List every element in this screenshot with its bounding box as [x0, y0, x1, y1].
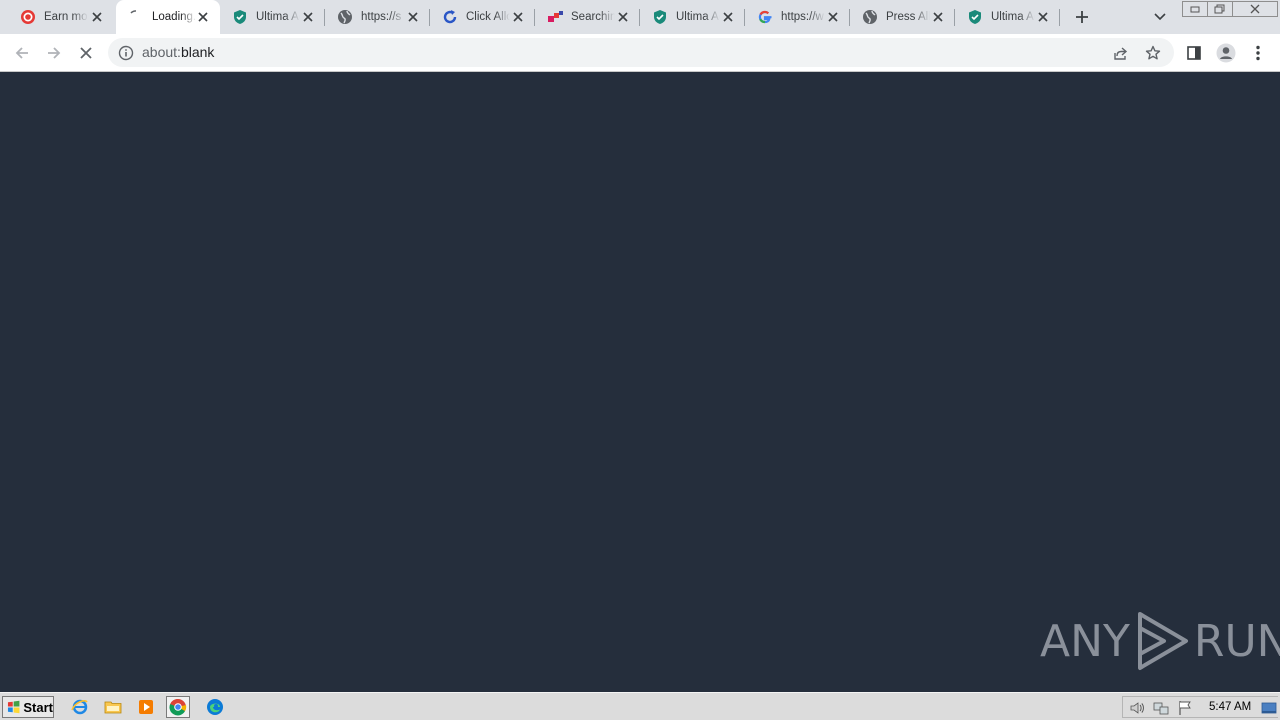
new-tab-button[interactable] — [1072, 7, 1092, 27]
tab-close-icon[interactable] — [196, 10, 210, 24]
shield-icon — [232, 9, 248, 25]
network-icon[interactable] — [1153, 700, 1169, 716]
tab-close-icon[interactable] — [511, 10, 525, 24]
share-icon[interactable] — [1112, 44, 1130, 62]
globe-icon — [337, 9, 353, 25]
system-tray: 5:47 AM — [1122, 696, 1278, 718]
profile-avatar-icon[interactable] — [1216, 43, 1236, 63]
action-center-flag-icon[interactable] — [1177, 700, 1193, 716]
bookmark-star-icon[interactable] — [1144, 44, 1162, 62]
stop-loading-icon[interactable] — [76, 43, 96, 63]
browser-toolbar: about:blank — [0, 34, 1280, 72]
tab-https-w[interactable]: https://w — [745, 0, 850, 34]
tab-close-icon[interactable] — [90, 10, 104, 24]
windows-logo-icon — [7, 700, 20, 714]
shield-icon — [652, 9, 668, 25]
tab-click-allow[interactable]: Click Allow — [430, 0, 535, 34]
tab-title: Searching — [571, 11, 615, 23]
tab-title: Earn money — [44, 11, 88, 23]
tab-loading[interactable]: Loading... — [116, 0, 220, 34]
tab-ultima-ad-3[interactable]: Ultima Ad — [955, 0, 1060, 34]
shield-icon — [967, 9, 983, 25]
volume-icon[interactable] — [1129, 700, 1145, 716]
show-desktop-icon[interactable] — [1261, 700, 1277, 716]
tab-title: https://w — [781, 11, 824, 23]
tab-ultima-ad-1[interactable]: Ultima Ad — [220, 0, 325, 34]
refresh-icon — [442, 9, 458, 25]
tab-title: Ultima Ad — [991, 11, 1035, 23]
tab-title: Loading... — [152, 11, 196, 23]
watermark-text-right: RUN — [1193, 615, 1280, 667]
tab-title: Ultima Ad — [676, 11, 720, 23]
tab-close-icon[interactable] — [931, 10, 945, 24]
internet-explorer-icon[interactable] — [68, 696, 92, 718]
side-panel-icon[interactable] — [1184, 43, 1204, 63]
loading-spinner-icon — [128, 9, 144, 25]
tab-title: Ultima Ad — [256, 11, 300, 23]
media-player-icon[interactable] — [134, 696, 158, 718]
tab-close-icon[interactable] — [301, 10, 315, 24]
tab-https-s[interactable]: https://s — [325, 0, 430, 34]
back-arrow-icon[interactable] — [12, 43, 32, 63]
play-logo-icon — [1137, 612, 1188, 670]
url-rest: blank — [180, 44, 215, 60]
info-icon[interactable] — [118, 45, 134, 61]
start-button[interactable]: Start — [2, 696, 54, 718]
forward-arrow-icon[interactable] — [44, 43, 64, 63]
squares-icon — [547, 9, 563, 25]
windows-taskbar: Start 5:47 AM — [0, 692, 1280, 720]
google-icon — [757, 9, 773, 25]
url-scheme: about: — [142, 44, 181, 60]
tab-close-icon[interactable] — [1036, 10, 1050, 24]
url-text[interactable]: about:blank — [142, 44, 214, 60]
restore-button[interactable] — [1207, 1, 1233, 17]
tab-close-icon[interactable] — [721, 10, 735, 24]
tab-close-icon[interactable] — [406, 10, 420, 24]
tab-title: Click Allow — [466, 11, 510, 23]
kebab-menu-icon[interactable] — [1248, 43, 1268, 63]
red-target-icon — [20, 9, 36, 25]
watermark-text-left: ANY — [1040, 615, 1130, 667]
tab-close-icon[interactable] — [826, 10, 840, 24]
anyrun-watermark: ANY RUN — [1040, 610, 1280, 672]
tab-search-chevron-down-icon[interactable] — [1152, 9, 1168, 25]
tab-press-allow[interactable]: Press Allow — [850, 0, 955, 34]
edge-icon[interactable] — [203, 696, 227, 718]
tab-ultima-ad-2[interactable]: Ultima Ad — [640, 0, 745, 34]
page-content: ANY RUN — [0, 72, 1280, 692]
tab-title: Press Allow — [886, 11, 930, 23]
file-explorer-icon[interactable] — [101, 696, 125, 718]
tab-close-icon[interactable] — [616, 10, 630, 24]
tab-title: https://s — [361, 11, 402, 23]
start-label: Start — [23, 699, 53, 715]
tab-earn-money[interactable]: Earn money — [8, 0, 114, 34]
tab-strip: Earn money Loading... Ultima Ad https://… — [0, 0, 1280, 34]
globe-icon — [862, 9, 878, 25]
close-window-button[interactable] — [1232, 1, 1278, 17]
minimize-button[interactable] — [1182, 1, 1208, 17]
taskbar-clock: 5:47 AM — [1209, 701, 1252, 713]
address-bar[interactable]: about:blank — [108, 38, 1174, 67]
chrome-taskbar-icon[interactable] — [166, 696, 190, 718]
tab-searching[interactable]: Searching — [535, 0, 640, 34]
